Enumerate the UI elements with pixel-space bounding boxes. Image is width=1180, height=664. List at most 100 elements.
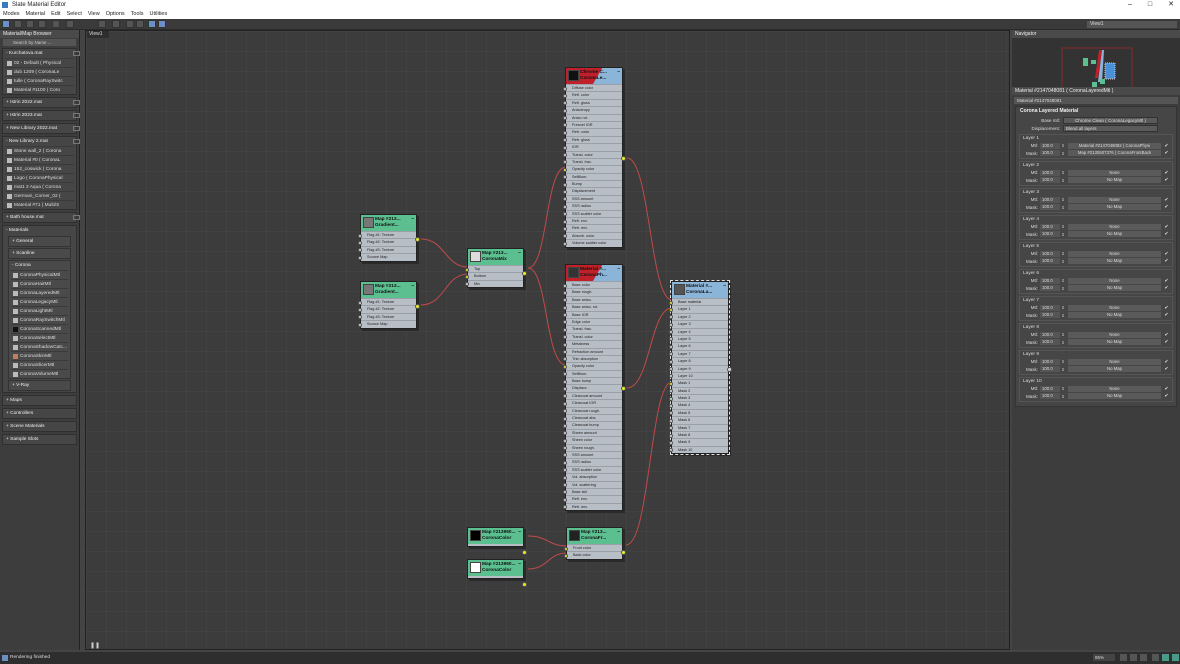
mtl-enabled-checkbox[interactable]: ✔ bbox=[1163, 386, 1170, 392]
input-port-icon[interactable] bbox=[563, 468, 567, 473]
node-slot[interactable]: Mask 1 bbox=[669, 379, 728, 386]
pick-material-icon[interactable] bbox=[14, 20, 22, 28]
input-port-icon[interactable] bbox=[563, 460, 567, 465]
input-port-icon[interactable] bbox=[563, 483, 567, 488]
mtl-amount-input[interactable]: 100.0 bbox=[1040, 385, 1060, 392]
rollout-title[interactable]: Corona Layered Material bbox=[1016, 107, 1176, 116]
mtl-spinner[interactable]: ⇕ bbox=[1060, 305, 1066, 310]
node-slot[interactable]: Source Map bbox=[358, 320, 416, 327]
mask-spinner[interactable]: ⇕ bbox=[1060, 151, 1066, 156]
mtl-enabled-checkbox[interactable]: ✔ bbox=[1163, 197, 1170, 203]
mtl-map-button[interactable]: None bbox=[1068, 223, 1161, 230]
library-header[interactable]: - New Library 2.mat bbox=[3, 137, 76, 146]
node-slot[interactable]: Transl. frac. bbox=[563, 325, 622, 332]
node-slot[interactable]: Refl. env. bbox=[563, 495, 622, 502]
mask-map-button[interactable]: No Map bbox=[1068, 339, 1161, 346]
mask-enabled-checkbox[interactable]: ✔ bbox=[1163, 312, 1170, 318]
node-header[interactable]: Map #213950... CoronaColor – bbox=[468, 528, 523, 544]
corona-material-item[interactable]: CoronaLightMtl bbox=[11, 306, 68, 315]
input-port-icon[interactable] bbox=[563, 335, 567, 340]
mask-map-button[interactable]: No Map bbox=[1068, 312, 1161, 319]
material-category-header[interactable]: + General bbox=[9, 237, 70, 246]
input-port-icon[interactable] bbox=[358, 307, 362, 312]
mtl-amount-input[interactable]: 100.0 bbox=[1040, 331, 1060, 338]
node-slot[interactable]: Mask 2 bbox=[669, 386, 728, 394]
mtl-spinner[interactable]: ⇕ bbox=[1060, 224, 1066, 229]
node-slot[interactable]: Mask 5 bbox=[669, 408, 728, 416]
input-port-icon[interactable] bbox=[563, 320, 567, 325]
node-slot[interactable]: Displacement bbox=[563, 187, 622, 194]
mtl-enabled-checkbox[interactable]: ✔ bbox=[1163, 251, 1170, 257]
mask-map-button[interactable]: No Map bbox=[1068, 231, 1161, 238]
node-slot[interactable]: Refraction amount bbox=[563, 347, 622, 355]
input-port-icon[interactable] bbox=[563, 160, 567, 165]
node-gradient2[interactable]: Map #213... Gradient... – Flag #1: Texture F… bbox=[358, 281, 420, 329]
input-port-icon[interactable] bbox=[563, 446, 567, 451]
node-header[interactable]: Chrome C... CoronaLe... – bbox=[566, 68, 622, 84]
node-slot[interactable]: Layer 2 bbox=[669, 312, 728, 320]
input-port-icon[interactable] bbox=[563, 342, 567, 347]
mask-amount-input[interactable]: 100.0 bbox=[1040, 312, 1060, 319]
input-port-icon[interactable] bbox=[563, 386, 567, 391]
input-port-icon[interactable] bbox=[563, 283, 567, 288]
node-slot[interactable]: Displace. bbox=[563, 384, 622, 391]
input-port-icon[interactable] bbox=[563, 234, 567, 239]
mtl-spinner[interactable]: ⇕ bbox=[1060, 251, 1066, 256]
node-slot[interactable]: Clearcoat abs. bbox=[563, 414, 622, 421]
corona-material-item[interactable]: CoronaShadowCatc... bbox=[11, 342, 68, 351]
input-port-icon[interactable] bbox=[563, 313, 567, 318]
input-port-icon[interactable] bbox=[358, 255, 362, 260]
node-slot[interactable]: Layer 6 bbox=[669, 342, 728, 349]
mask-spinner[interactable]: ⇕ bbox=[1060, 313, 1066, 318]
input-port-icon[interactable] bbox=[669, 307, 673, 312]
browser-section-header[interactable]: + Maps bbox=[3, 396, 76, 405]
input-port-icon[interactable] bbox=[563, 505, 567, 510]
zoom-extents-icon[interactable] bbox=[1152, 654, 1159, 661]
mtl-spinner[interactable]: ⇕ bbox=[1060, 143, 1066, 148]
node-chrome[interactable]: Chrome C... CoronaLe... – Diffuse color Refl… bbox=[563, 67, 626, 248]
library-item[interactable]: Germain_Corner_02 ( bbox=[5, 191, 74, 200]
input-port-icon[interactable] bbox=[669, 403, 673, 408]
node-slot[interactable]: Selfillum. bbox=[563, 172, 622, 180]
input-port-icon[interactable] bbox=[669, 367, 673, 372]
input-port-icon[interactable] bbox=[669, 381, 673, 386]
node-slot[interactable]: Layer 10 bbox=[669, 371, 728, 379]
node-slot[interactable]: Flag #3: Texture bbox=[358, 312, 416, 320]
mask-amount-input[interactable]: 100.0 bbox=[1040, 285, 1060, 292]
node-color-white[interactable]: Map #213950... CoronaColor – bbox=[467, 559, 527, 587]
input-port-icon[interactable] bbox=[358, 300, 362, 305]
mask-map-button[interactable]: No Map bbox=[1068, 204, 1161, 211]
input-port-icon[interactable] bbox=[563, 379, 567, 384]
output-port-icon[interactable] bbox=[522, 550, 527, 555]
browser-section-header[interactable]: + Sample Slots bbox=[3, 435, 76, 444]
node-slot[interactable]: Refl. color bbox=[563, 91, 622, 98]
node-slot[interactable]: Edge color bbox=[563, 317, 622, 325]
mtl-enabled-checkbox[interactable]: ✔ bbox=[1163, 224, 1170, 230]
zoom-region-icon[interactable] bbox=[1140, 654, 1147, 661]
input-port-icon[interactable] bbox=[669, 344, 673, 349]
collapse-icon[interactable]: – bbox=[617, 69, 620, 75]
toggle-minimap-icon[interactable] bbox=[1172, 654, 1179, 661]
output-port-icon[interactable] bbox=[415, 237, 420, 242]
node-view[interactable] bbox=[85, 30, 1010, 650]
mtl-amount-input[interactable]: 100.0 bbox=[1040, 277, 1060, 284]
node-slot[interactable]: Base tail bbox=[563, 487, 622, 495]
menu-utilities[interactable]: Utilities bbox=[150, 10, 168, 19]
library-header[interactable]: + New Library 2022.mat bbox=[3, 124, 76, 133]
move-children-icon[interactable] bbox=[66, 20, 74, 28]
node-slot[interactable]: Selfillum. bbox=[563, 369, 622, 377]
node-front[interactable]: Map #213... CoronaFr... – Front color Back c… bbox=[564, 527, 626, 560]
input-port-icon[interactable] bbox=[563, 350, 567, 355]
output-port-icon[interactable] bbox=[522, 582, 527, 587]
input-port-icon[interactable] bbox=[563, 108, 567, 113]
search-input[interactable]: Search by Name ... bbox=[3, 39, 76, 46]
input-port-icon[interactable] bbox=[669, 389, 673, 394]
show-map-icon[interactable] bbox=[98, 20, 106, 28]
mtl-map-button[interactable]: None bbox=[1068, 277, 1161, 284]
select-tool-icon[interactable] bbox=[2, 20, 10, 28]
mtl-map-button[interactable]: None bbox=[1068, 385, 1161, 392]
mtl-amount-input[interactable]: 100.0 bbox=[1040, 196, 1060, 203]
node-slot[interactable]: Mask 7 bbox=[669, 423, 728, 431]
zoom-dropdown[interactable]: 85% bbox=[1093, 654, 1115, 661]
layout-all-icon[interactable] bbox=[126, 20, 134, 28]
